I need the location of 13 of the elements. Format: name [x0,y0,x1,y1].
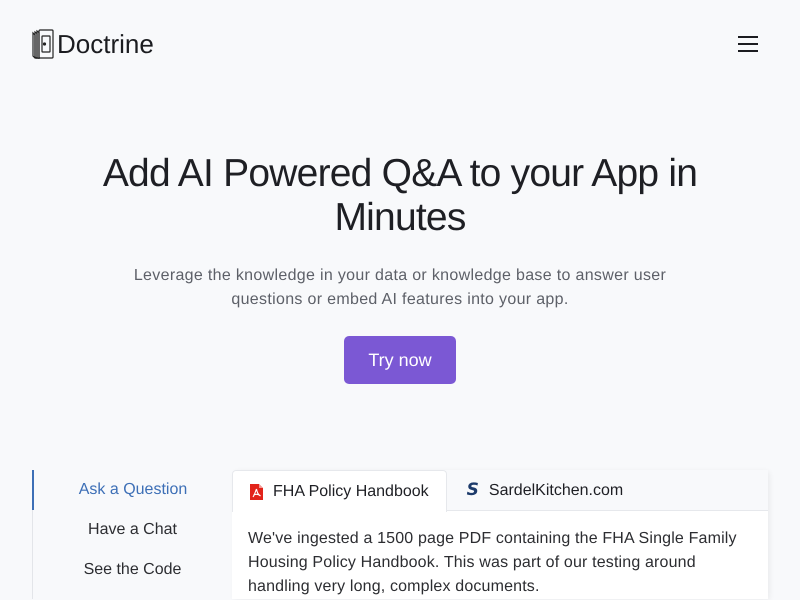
try-now-button[interactable]: Try now [344,336,456,384]
source-tab[interactable]: FHA Policy Handbook [232,470,447,512]
brand-name[interactable]: Doctrine [57,31,154,57]
demo-nav-item[interactable]: See the Code [33,550,232,590]
hero-subtitle: Leverage the knowledge in your data or knowledge base to answer user questions or embed AI features into your app. [132,266,668,310]
site-logo-letter: S [466,482,479,499]
demo-description: We've ingested a 1500 page PDF containing the FHA Single Family Housing Policy Handbook. This was part of our testing around handling very long, complex documents. [247,529,738,597]
demo-nav-item[interactable]: Have a Chat [33,510,232,550]
menu-icon [738,36,758,52]
pdf-file-icon [250,484,263,500]
source-tab[interactable]: S SardelKitchen.com [446,470,640,511]
hero-title: Add AI Powered Q&A to your App in Minutes [102,152,698,240]
book-logo-icon [32,29,54,59]
